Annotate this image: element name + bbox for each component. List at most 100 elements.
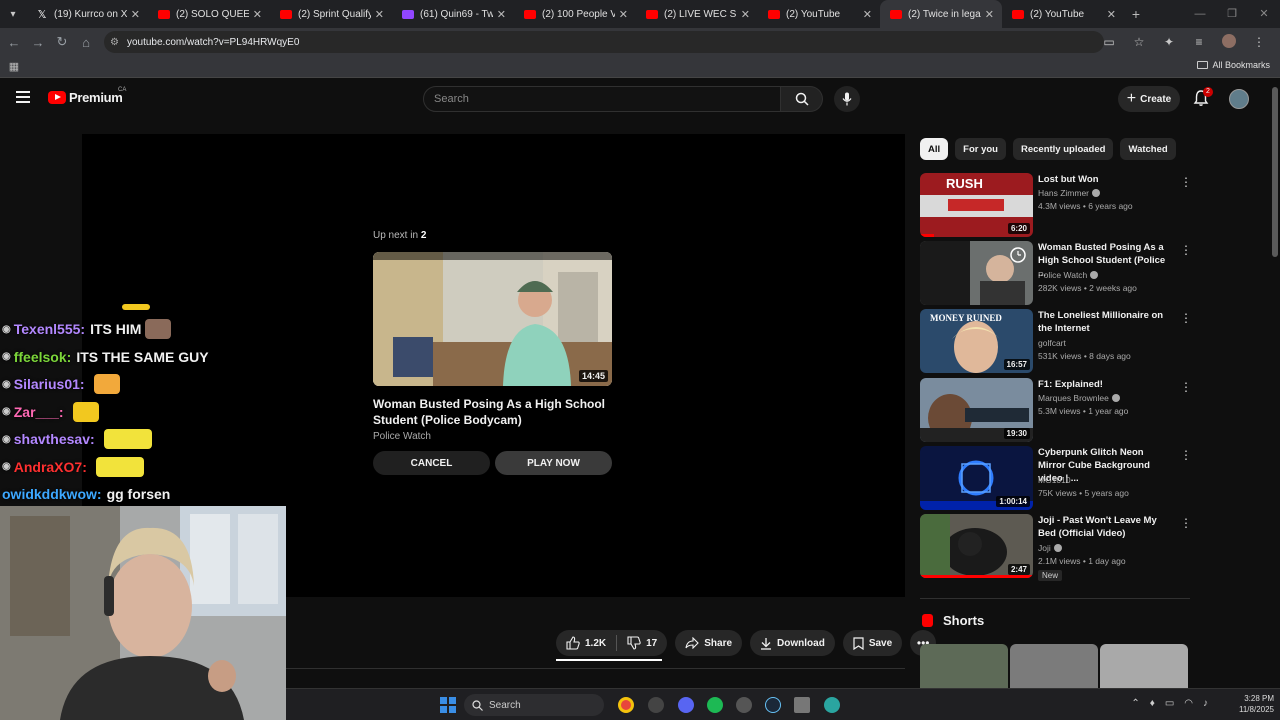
tab-close-icon[interactable]: ✕ — [1107, 8, 1116, 21]
download-button[interactable]: Download — [750, 630, 835, 656]
video-title[interactable]: F1: Explained! — [1038, 378, 1172, 391]
recommendation-item[interactable]: 2:47 Joji - Past Won't Leave My Bed (Offi… — [920, 514, 1192, 581]
more-options-icon[interactable]: ⋮ — [1180, 175, 1192, 189]
channel-name-row[interactable]: golfcart — [1038, 338, 1066, 348]
browser-tab[interactable]: (2) SOLO QUEEN Bos ✕ — [148, 0, 270, 28]
video-thumbnail[interactable]: 1:00:14 — [920, 446, 1033, 510]
extensions-icon[interactable]: ✦ — [1154, 35, 1184, 49]
clock[interactable]: 3:28 PM 11/8/2025 — [1239, 693, 1274, 715]
maximize-icon[interactable]: ❐ — [1216, 0, 1248, 28]
volume-icon[interactable]: ♪ — [1203, 698, 1208, 709]
reload-icon[interactable]: ↻ — [50, 34, 74, 50]
short-thumbnail[interactable] — [920, 644, 1008, 688]
minimize-icon[interactable]: — — [1184, 0, 1216, 28]
upnext-title[interactable]: Woman Busted Posing As a High School Stu… — [373, 396, 612, 428]
video-thumbnail[interactable]: 19:30 — [920, 378, 1033, 442]
search-button[interactable] — [781, 86, 823, 112]
tab-close-icon[interactable]: ✕ — [985, 8, 994, 21]
cast-icon[interactable]: ▭ — [1094, 35, 1124, 49]
short-thumbnail[interactable] — [1100, 644, 1188, 688]
video-thumbnail[interactable]: 2:47 — [920, 514, 1033, 578]
tab-close-icon[interactable]: ✕ — [863, 8, 872, 21]
filter-chip[interactable]: Watched — [1120, 138, 1176, 160]
browser-tab[interactable]: (2) Twice in legal min ✕ — [880, 0, 1002, 28]
app-icon[interactable] — [648, 697, 664, 713]
tab-close-icon[interactable]: ✕ — [375, 8, 384, 21]
filter-chip[interactable]: For you — [955, 138, 1006, 160]
url-field[interactable]: ⚙ youtube.com/watch?v=PL94HRWqyE0 — [104, 31, 1104, 53]
more-options-icon[interactable]: ⋮ — [1180, 516, 1192, 530]
like-button[interactable]: 1.2K — [556, 630, 616, 656]
steam-icon[interactable] — [765, 697, 781, 713]
all-bookmarks-button[interactable]: All Bookmarks — [1197, 60, 1270, 70]
close-window-icon[interactable]: ✕ — [1248, 0, 1280, 28]
chevron-up-icon[interactable]: ⌃ — [1131, 698, 1139, 709]
more-options-icon[interactable]: ⋮ — [1180, 448, 1192, 462]
tab-close-icon[interactable]: ✕ — [619, 8, 628, 21]
youtube-logo[interactable]: Premium CA — [48, 87, 126, 105]
recommendation-item[interactable]: Woman Busted Posing As a High School Stu… — [920, 241, 1192, 305]
account-avatar[interactable] — [1229, 89, 1249, 109]
browser-menu-icon[interactable]: ⋮ — [1244, 35, 1274, 49]
channel-name-row[interactable]: Police Watch — [1038, 270, 1099, 280]
dislike-button[interactable]: 17 — [617, 630, 667, 656]
notifications-button[interactable]: 2 — [1192, 87, 1213, 109]
more-options-icon[interactable]: ⋮ — [1180, 380, 1192, 394]
recommendation-item[interactable]: 19:30 F1: Explained! Marques Brownlee 5.3M … — [920, 378, 1192, 442]
browser-tab[interactable]: 𝕏 (19) Kurrco on X: "RE ✕ — [26, 0, 148, 28]
recommendation-item[interactable]: RUSH 6:20 Lost but Won Hans Zimmer 4.3M view… — [920, 173, 1192, 237]
new-tab-icon[interactable]: + — [1124, 6, 1148, 22]
site-info-icon[interactable]: ⚙ — [110, 37, 119, 48]
more-options-icon[interactable]: ⋮ — [1180, 311, 1192, 325]
video-title[interactable]: The Loneliest Millionaire on the Interne… — [1038, 309, 1172, 335]
video-thumbnail[interactable] — [920, 241, 1033, 305]
chrome-icon[interactable] — [618, 697, 634, 713]
browser-tab[interactable]: (2) LIVE WEC SEASON ✕ — [636, 0, 758, 28]
recommendation-item[interactable]: 1:00:14 Cyberpunk Glitch Neon Mirror Cube… — [920, 446, 1192, 510]
back-icon[interactable]: ← — [2, 35, 26, 50]
tab-close-icon[interactable]: ✕ — [253, 8, 262, 21]
play-now-button[interactable]: PLAY NOW — [495, 451, 612, 475]
forward-icon[interactable]: → — [26, 35, 50, 50]
app-icon[interactable] — [824, 697, 840, 713]
browser-tab[interactable]: (2) YouTube ✕ — [1002, 0, 1124, 28]
browser-tab[interactable]: (2) Sprint Qualifying | ✕ — [270, 0, 392, 28]
short-thumbnail[interactable] — [1010, 644, 1098, 688]
video-title[interactable]: Joji - Past Won't Leave My Bed (Official… — [1038, 514, 1172, 540]
search-input[interactable]: Search — [423, 86, 781, 112]
cancel-autoplay-button[interactable]: CANCEL — [373, 451, 490, 475]
wifi-icon[interactable]: ◠ — [1184, 698, 1193, 709]
video-title[interactable]: Lost but Won — [1038, 173, 1172, 186]
upnext-channel[interactable]: Police Watch — [373, 431, 431, 442]
tab-close-icon[interactable]: ✕ — [497, 8, 506, 21]
more-options-icon[interactable]: ⋮ — [1180, 243, 1192, 257]
channel-name-row[interactable]: Hans Zimmer — [1038, 188, 1101, 198]
taskbar-search[interactable]: Search — [464, 694, 604, 716]
calculator-icon[interactable] — [794, 697, 810, 713]
share-button[interactable]: Share — [675, 630, 743, 656]
voice-search-button[interactable] — [834, 86, 860, 112]
windows-start-icon[interactable] — [440, 697, 456, 713]
bookmark-star-icon[interactable]: ☆ — [1124, 35, 1154, 49]
browser-tab[interactable]: (2) 100 People Vs Wo ✕ — [514, 0, 636, 28]
app-icon[interactable] — [736, 697, 752, 713]
channel-name-row[interactable]: Joji — [1038, 543, 1062, 553]
create-button[interactable]: + Create — [1118, 86, 1180, 112]
browser-tab[interactable]: (61) Quin69 - Twitch ✕ — [392, 0, 514, 28]
tab-close-icon[interactable]: ✕ — [741, 8, 750, 21]
menu-icon[interactable] — [16, 91, 30, 103]
profile-icon[interactable] — [1214, 33, 1244, 51]
monitor-icon[interactable]: ▭ — [1165, 698, 1174, 709]
spotify-icon[interactable] — [707, 697, 723, 713]
home-icon[interactable]: ⌂ — [74, 35, 98, 50]
page-scrollbar[interactable] — [1270, 79, 1280, 688]
channel-name-row[interactable]: MG1010 — [1038, 475, 1071, 485]
microphone-icon[interactable]: ♦ — [1150, 698, 1155, 709]
channel-name-row[interactable]: Marques Brownlee — [1038, 393, 1120, 403]
tab-close-icon[interactable]: ✕ — [131, 8, 140, 21]
scrollbar-thumb[interactable] — [1272, 87, 1278, 257]
recommendation-item[interactable]: MONEY RUINED 16:57 The Loneliest Millionai… — [920, 309, 1192, 373]
browser-tab[interactable]: (2) YouTube ✕ — [758, 0, 880, 28]
media-controls-icon[interactable]: ≡ — [1184, 35, 1214, 49]
tab-search-icon[interactable]: ▾ — [0, 0, 26, 28]
